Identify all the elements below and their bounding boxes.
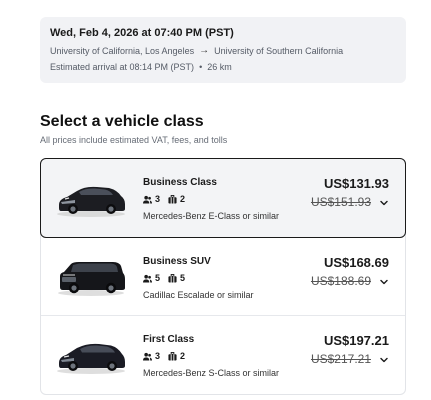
trip-route: University of California, Los Angeles → … bbox=[50, 45, 396, 57]
section-title: Select a vehicle class bbox=[40, 113, 204, 130]
vehicle-price: US$131.93 bbox=[323, 176, 389, 191]
price-column: US$168.69 US$188.69 bbox=[311, 255, 389, 289]
vehicle-option-business-suv[interactable]: Business SUV 5 5 Cadillac Escalade or si… bbox=[41, 238, 405, 316]
luggage-count: 2 bbox=[180, 194, 186, 204]
person-icon bbox=[143, 195, 152, 204]
car-image-luxury-sedan bbox=[57, 343, 125, 374]
price-column: US$131.93 US$151.93 bbox=[311, 176, 389, 210]
car-image-suv bbox=[58, 262, 125, 296]
luggage-capacity: 2 bbox=[168, 350, 185, 362]
separator-dot: • bbox=[199, 62, 203, 72]
trip-summary-card: Wed, Feb 4, 2026 at 07:40 PM (PST) Unive… bbox=[40, 17, 406, 83]
vehicle-option-business-class[interactable]: Business Class 3 2 Mercedes-Benz E-Class… bbox=[40, 158, 406, 238]
trip-destination: University of Southern California bbox=[214, 46, 344, 56]
passenger-capacity: 5 bbox=[143, 272, 160, 284]
vehicle-class-list: Business Class 3 2 Mercedes-Benz E-Class… bbox=[40, 158, 406, 395]
chevron-down-icon[interactable] bbox=[379, 277, 389, 287]
trip-datetime: Wed, Feb 4, 2026 at 07:40 PM (PST) bbox=[50, 27, 234, 39]
original-price-row: US$151.93 bbox=[311, 195, 389, 210]
person-icon bbox=[143, 352, 152, 361]
trip-distance: 26 km bbox=[207, 62, 232, 72]
original-price-row: US$188.69 bbox=[311, 274, 389, 289]
vehicle-model: Cadillac Escalade or similar bbox=[143, 290, 254, 300]
vehicle-capacity: 3 2 bbox=[143, 193, 279, 205]
passenger-capacity: 3 bbox=[143, 350, 160, 362]
vehicle-info: Business SUV 5 5 Cadillac Escalade or si… bbox=[143, 255, 254, 301]
luggage-capacity: 5 bbox=[168, 272, 185, 284]
passenger-count: 5 bbox=[155, 273, 161, 283]
price-column: US$197.21 US$217.21 bbox=[311, 333, 389, 367]
estimated-arrival: Estimated arrival at 08:14 PM (PST) bbox=[50, 62, 195, 72]
passenger-count: 3 bbox=[155, 351, 161, 361]
vehicle-name: Business Class bbox=[143, 177, 217, 188]
vehicle-model: Mercedes-Benz E-Class or similar bbox=[143, 211, 280, 221]
car-image-sedan bbox=[57, 186, 125, 217]
luggage-count: 2 bbox=[180, 351, 186, 361]
vehicle-info: Business Class 3 2 Mercedes-Benz E-Class… bbox=[143, 176, 279, 222]
luggage-count: 5 bbox=[180, 273, 186, 283]
trip-eta: Estimated arrival at 08:14 PM (PST) • 26… bbox=[50, 61, 396, 73]
trip-origin: University of California, Los Angeles bbox=[50, 46, 195, 56]
suitcase-icon bbox=[168, 273, 177, 283]
vehicle-name: Business SUV bbox=[143, 256, 211, 267]
original-price: US$217.21 bbox=[310, 352, 371, 366]
vehicle-model: Mercedes-Benz S-Class or similar bbox=[143, 368, 280, 378]
vehicle-price: US$168.69 bbox=[323, 255, 389, 270]
original-price: US$151.93 bbox=[310, 195, 371, 209]
vehicle-capacity: 3 2 bbox=[143, 350, 279, 362]
vehicle-price: US$197.21 bbox=[323, 333, 389, 348]
vehicle-name: First Class bbox=[143, 334, 195, 345]
original-price: US$188.69 bbox=[310, 274, 371, 288]
luggage-capacity: 2 bbox=[168, 193, 185, 205]
passenger-count: 3 bbox=[155, 194, 161, 204]
vehicle-capacity: 5 5 bbox=[143, 272, 254, 284]
arrow-right-icon: → bbox=[199, 45, 210, 56]
suitcase-icon bbox=[168, 194, 177, 204]
person-icon bbox=[143, 274, 152, 283]
chevron-down-icon[interactable] bbox=[379, 198, 389, 208]
passenger-capacity: 3 bbox=[143, 193, 160, 205]
vehicle-info: First Class 3 2 Mercedes-Benz S-Class or… bbox=[143, 333, 279, 379]
suitcase-icon bbox=[168, 351, 177, 361]
vehicle-option-first-class[interactable]: First Class 3 2 Mercedes-Benz S-Class or… bbox=[41, 316, 405, 394]
section-subtitle: All prices include estimated VAT, fees, … bbox=[40, 135, 228, 145]
chevron-down-icon[interactable] bbox=[379, 355, 389, 365]
original-price-row: US$217.21 bbox=[311, 352, 389, 367]
